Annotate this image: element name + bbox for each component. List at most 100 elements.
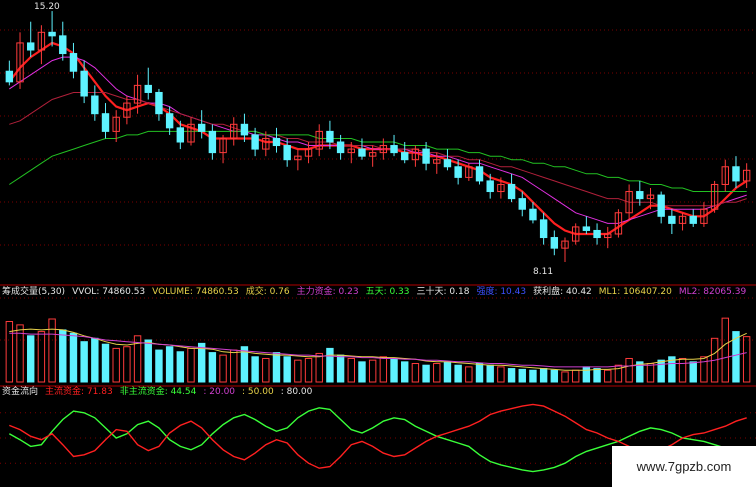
volume-bar	[561, 371, 569, 383]
volume-bar	[593, 368, 601, 383]
candle-body	[336, 141, 345, 154]
volume-bar	[315, 352, 323, 383]
ma60-line	[9, 130, 747, 192]
candle-body	[454, 166, 462, 178]
volume-bar	[37, 331, 46, 383]
volume-bar	[422, 364, 430, 383]
volume-bar	[379, 356, 388, 383]
volume-header-text-item: 成交: 0.76	[246, 285, 290, 297]
candle-body	[251, 134, 259, 150]
candle-body	[689, 215, 697, 224]
candle-body	[443, 159, 452, 168]
volume-header-text-item: 筹成交量(5,30)	[2, 285, 65, 297]
volume-bar	[144, 339, 152, 383]
fund-flow-header-text-item: 资金流向	[2, 385, 38, 397]
candle-body	[91, 95, 99, 115]
candle-body	[283, 145, 291, 161]
volume-bar	[443, 361, 452, 383]
candle-body	[732, 166, 740, 182]
volume-bar	[91, 337, 99, 383]
candle-body	[401, 152, 409, 161]
candle-body	[390, 145, 398, 154]
candle-body	[668, 215, 676, 224]
volume-bar	[219, 354, 227, 383]
volume-header-text-item: VOLUME: 74860.53	[152, 287, 239, 297]
price-panel	[5, 11, 751, 262]
stock-chart: 15.20 8.11 筹成交量(5,30) VVOL: 74860.53 VOLUM…	[0, 0, 756, 487]
candle-body	[176, 127, 185, 143]
candle-body	[326, 130, 334, 143]
volume-bar	[604, 369, 612, 383]
fund-flow-header-text-item: : 50.00	[242, 387, 274, 397]
volume-header-text: 筹成交量(5,30) VVOL: 74860.53 VOLUME: 74860.53…	[2, 285, 746, 297]
ma10-line	[9, 56, 747, 224]
volume-bar	[571, 369, 580, 383]
candle-body	[59, 35, 67, 55]
candle-body	[422, 148, 430, 164]
volume-bar	[5, 321, 14, 383]
volume-bar	[465, 366, 473, 383]
volume-bar	[486, 364, 494, 383]
volume-bar	[657, 359, 665, 383]
candle-body	[486, 180, 494, 193]
volume-bar	[689, 361, 697, 383]
volume-bar	[700, 356, 708, 383]
volume-header-text-item: 五天: 0.33	[366, 287, 410, 297]
volume-bar	[197, 342, 206, 383]
volume-bar	[411, 363, 420, 383]
volume-bar	[368, 359, 377, 383]
fund-flow-header-text-item: 非主流资金: 44.54	[120, 385, 197, 397]
candle-body	[5, 70, 14, 83]
candle-body	[529, 208, 537, 221]
volume-header-text-item: ML1: 106407.20	[599, 287, 672, 297]
volume-bar	[27, 335, 35, 383]
ma5-line	[8, 41, 748, 236]
volume-bar	[326, 347, 334, 383]
candle-body	[101, 113, 110, 132]
volume-bar	[454, 364, 462, 383]
volume-bar	[742, 336, 751, 383]
volume-bar	[401, 361, 409, 383]
price-labels: 15.20 8.11	[34, 2, 553, 277]
candle-body	[593, 229, 601, 239]
volume-bar	[678, 357, 687, 383]
candle-body	[539, 219, 548, 239]
candle-body	[69, 53, 78, 72]
volume-bar	[507, 368, 516, 383]
high-price-label: 15.20	[34, 2, 60, 12]
candle-body	[27, 42, 35, 51]
volume-bar	[112, 347, 120, 383]
fund-flow-header-text-item: 主流资金: 71.83	[45, 385, 113, 397]
volume-bar	[550, 369, 559, 383]
volume-bar	[262, 357, 270, 383]
volume-bar	[251, 356, 259, 383]
volume-bar	[336, 354, 345, 383]
volume-header-text-item: 主力资金: 0.23	[297, 285, 359, 297]
volume-bar	[390, 357, 398, 383]
candle-body	[240, 123, 249, 136]
candle-body	[272, 137, 281, 147]
volume-bar	[497, 366, 505, 383]
volume-bar	[283, 356, 291, 383]
volume-bar	[529, 369, 537, 383]
volume-header-text-item: 获利盘: 40.42	[533, 285, 592, 297]
volume-ma30-line	[9, 332, 747, 368]
fund-flow-header-text-item: : 20.00	[203, 387, 235, 397]
volume-bar	[59, 329, 67, 383]
volume-bar	[123, 346, 131, 383]
candle-body	[657, 194, 665, 217]
volume-bar	[347, 357, 355, 383]
volume-bar	[101, 343, 110, 383]
watermark: www.7gpzb.com	[612, 446, 756, 487]
volume-bar	[176, 351, 185, 383]
fund-flow-header-text-item: : 80.00	[281, 387, 313, 397]
volume-panel	[5, 317, 751, 383]
volume-bar	[272, 352, 281, 383]
volume-ma5-line	[9, 328, 747, 371]
candle-body	[475, 166, 484, 182]
volume-bar	[539, 368, 548, 383]
candle-body	[144, 84, 152, 93]
volume-bar	[475, 363, 484, 383]
volume-header-text-item: 三十天: 0.18	[417, 285, 470, 297]
volume-bar	[304, 357, 313, 383]
